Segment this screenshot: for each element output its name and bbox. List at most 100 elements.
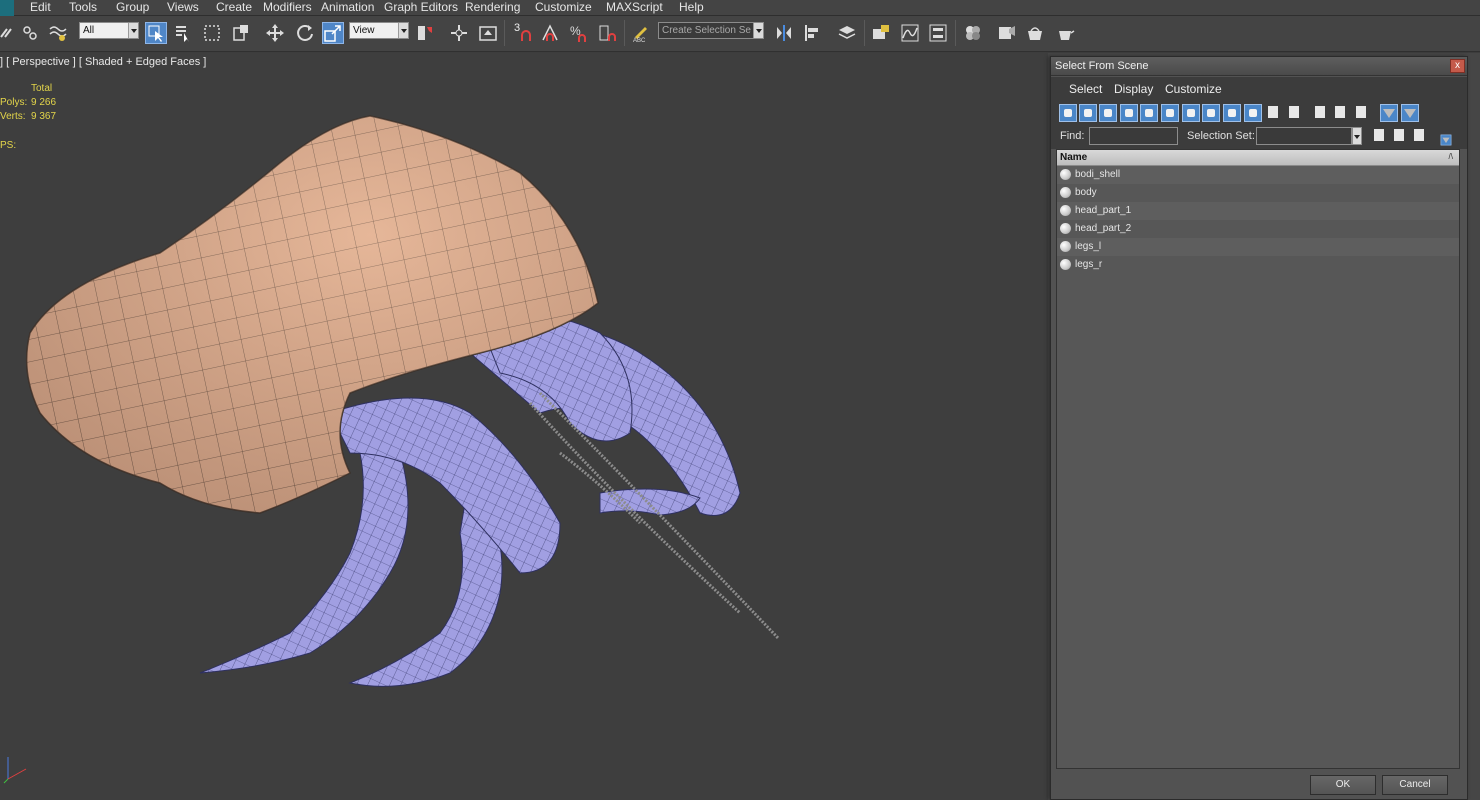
display-invert-icon[interactable] (1353, 104, 1371, 122)
link-icon[interactable] (0, 22, 18, 44)
menu-animation[interactable]: Animation (321, 1, 374, 14)
menu-edit[interactable]: Edit (30, 1, 51, 14)
display-none-icon[interactable] (1332, 104, 1350, 122)
perspective-viewport[interactable]: ] [ Perspective ] [ Shaded + Edged Faces… (0, 53, 1048, 800)
select-manipulate-icon[interactable] (448, 22, 470, 44)
list-item[interactable]: head_part_2 (1057, 220, 1459, 238)
display-frozen-icon[interactable] (1265, 104, 1283, 122)
geometry-object-icon (1060, 187, 1071, 198)
toolbar-separator (955, 20, 956, 46)
dialog-title: Select From Scene (1055, 60, 1149, 72)
selection-set-dropdown[interactable] (1256, 127, 1352, 145)
select-by-name-icon[interactable] (172, 22, 194, 44)
menu-bar: Edit Tools Group Views Create Modifiers … (0, 0, 1480, 16)
bind-space-warp-icon[interactable] (47, 22, 69, 44)
cancel-button[interactable]: Cancel (1382, 775, 1448, 795)
app-logo-icon[interactable] (0, 0, 14, 16)
dialog-title-bar[interactable]: Select From Scene x (1051, 57, 1467, 76)
reference-coordinate-dropdown[interactable]: View (349, 22, 409, 39)
crab-shell (25, 115, 599, 514)
find-input[interactable] (1089, 127, 1178, 145)
display-lights-icon[interactable] (1099, 104, 1117, 122)
menu-customize[interactable]: Customize (535, 1, 592, 14)
dialog-toolbar (1051, 101, 1467, 127)
rotate-icon[interactable] (294, 22, 316, 44)
menu-help[interactable]: Help (679, 1, 704, 14)
geometry-object-icon (1060, 169, 1071, 180)
column-name-header[interactable]: Name (1060, 152, 1087, 163)
list-item[interactable]: legs_r (1057, 256, 1459, 274)
dialog-menu-bar: Select Display Customize (1051, 77, 1467, 101)
display-shapes-icon[interactable] (1079, 104, 1097, 122)
display-geometry-icon[interactable] (1059, 104, 1077, 122)
selection-set-remove-icon[interactable] (1411, 127, 1429, 145)
ok-button[interactable]: OK (1310, 775, 1376, 795)
angle-snap-icon[interactable] (539, 22, 561, 44)
scene-object-list[interactable]: Name /\ bodi_shell body head_part_1 head… (1056, 149, 1460, 769)
chevron-down-icon[interactable] (1352, 127, 1362, 145)
axis-tripod-icon (3, 757, 27, 784)
rect-selection-region-icon[interactable] (201, 22, 223, 44)
curve-editor-icon[interactable] (899, 22, 921, 44)
display-cameras-icon[interactable] (1120, 104, 1138, 122)
menu-graph-editors[interactable]: Graph Editors (384, 1, 458, 14)
dialog-menu-select[interactable]: Select (1069, 82, 1102, 96)
graphite-modeling-icon[interactable] (870, 22, 892, 44)
menu-views[interactable]: Views (167, 1, 199, 14)
selection-set-edit-icon[interactable] (1391, 127, 1409, 145)
dialog-menu-customize[interactable]: Customize (1165, 82, 1222, 96)
snap-dimension-label: 3 (514, 22, 521, 34)
display-bones-icon[interactable] (1223, 104, 1241, 122)
menu-create[interactable]: Create (216, 1, 252, 14)
display-hidden-icon[interactable] (1286, 104, 1304, 122)
display-xrefs-icon[interactable] (1202, 104, 1220, 122)
mirror-icon[interactable] (773, 22, 795, 44)
material-editor-icon[interactable] (962, 22, 984, 44)
menu-rendering[interactable]: Rendering (465, 1, 520, 14)
menu-modifiers[interactable]: Modifiers (263, 1, 312, 14)
rendered-frame-window-icon[interactable] (1024, 22, 1046, 44)
named-selection-set-dropdown[interactable]: Create Selection Se (658, 22, 764, 39)
close-icon[interactable]: x (1450, 59, 1465, 73)
menu-group[interactable]: Group (116, 1, 149, 14)
window-crossing-icon[interactable] (230, 22, 252, 44)
render-setup-icon[interactable] (996, 22, 1018, 44)
pivot-center-icon[interactable] (414, 22, 436, 44)
filter-icon[interactable] (1380, 104, 1398, 122)
sort-ascending-icon: /\ (1448, 152, 1453, 161)
select-object-icon[interactable] (145, 22, 167, 44)
align-icon[interactable] (802, 22, 824, 44)
object-name: bodi_shell (1075, 169, 1121, 180)
unlink-icon[interactable] (19, 22, 41, 44)
percent-snap-icon[interactable]: % (568, 22, 590, 44)
list-header[interactable]: Name /\ (1057, 150, 1459, 166)
menu-maxscript[interactable]: MAXScript (606, 1, 663, 14)
display-space-warps-icon[interactable] (1161, 104, 1179, 122)
find-row: Find: Selection Set: (1051, 125, 1467, 149)
layer-manager-icon[interactable] (836, 22, 858, 44)
more-options-icon[interactable] (1440, 134, 1452, 146)
display-containers-icon[interactable] (1244, 104, 1262, 122)
menu-tools[interactable]: Tools (69, 1, 97, 14)
display-helpers-icon[interactable] (1140, 104, 1158, 122)
render-production-icon[interactable] (1054, 22, 1076, 44)
selection-filter-dropdown[interactable]: All (79, 22, 139, 39)
keyboard-shortcut-override-icon[interactable] (477, 22, 499, 44)
dialog-menu-display[interactable]: Display (1114, 82, 1153, 96)
snaps-toggle-icon[interactable]: 3 (512, 22, 534, 44)
list-item[interactable]: bodi_shell (1057, 166, 1459, 184)
display-groups-icon[interactable] (1182, 104, 1200, 122)
list-item[interactable]: head_part_1 (1057, 202, 1459, 220)
schematic-view-icon[interactable] (927, 22, 949, 44)
filter-options-icon[interactable] (1401, 104, 1419, 122)
reference-coordinate-value: View (353, 25, 375, 36)
display-all-icon[interactable] (1312, 104, 1330, 122)
list-item[interactable]: body (1057, 184, 1459, 202)
selection-set-add-icon[interactable] (1371, 127, 1389, 145)
scale-icon[interactable] (322, 22, 344, 44)
list-item[interactable]: legs_l (1057, 238, 1459, 256)
edit-named-selection-icon[interactable]: ABC (630, 22, 652, 44)
spinner-snap-icon[interactable] (597, 22, 619, 44)
move-icon[interactable] (264, 22, 286, 44)
geometry-object-icon (1060, 223, 1071, 234)
